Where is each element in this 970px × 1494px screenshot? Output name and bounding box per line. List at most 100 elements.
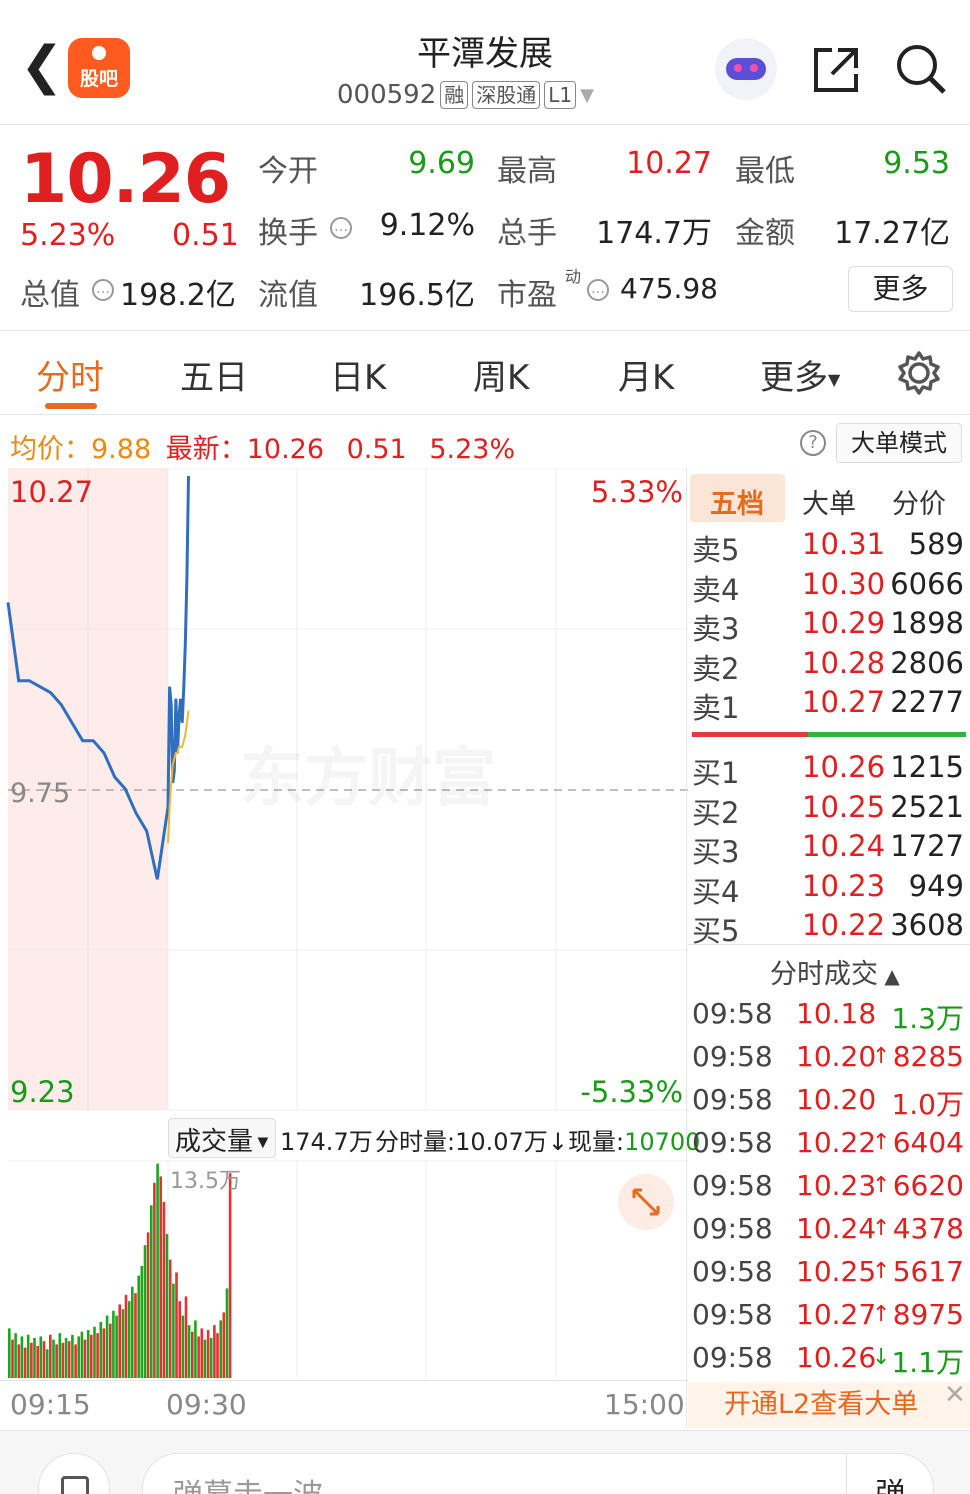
volume-chart[interactable]: 13.5万 [0,1160,688,1382]
tick-row: 09:58 10.22 ↑ 6404 [692,1126,964,1169]
pct-high-label: 5.33% [591,475,683,509]
tick-direction-icon: ↑ [872,1302,891,1327]
volume-bar [17,1344,21,1378]
amount-label: 金额 [735,216,795,251]
tab-week-k[interactable]: 周K [473,350,529,399]
y-mid-label: 9.75 [10,778,70,809]
turnover-label: 换手 [258,216,318,251]
share-icon[interactable] [810,44,862,96]
volume-bar [197,1336,200,1378]
tick-price: 10.26 [796,1341,877,1374]
volume-bar [150,1205,153,1378]
volume-value: 174.7万 [596,216,712,251]
tab-five-levels[interactable]: 五档 [710,482,764,521]
ticks-title-label: 分时成交 [770,959,878,990]
danmu-toggle-button[interactable]: 弹 [846,1453,934,1494]
low-value: 9.53 [883,146,950,181]
back-chevron-icon[interactable]: ❮ [20,40,64,92]
bid-row[interactable]: 买2 10.25 2521 [692,790,964,830]
caret-up-icon: ▲ [878,964,900,988]
tab-more[interactable]: 更多▼ [760,350,840,399]
volume-bar [105,1315,109,1378]
volume-bar [71,1334,74,1378]
tick-volume: 8285 [892,1040,964,1073]
volume-bar [140,1266,144,1378]
tab-intraday[interactable]: 分时 [36,350,104,399]
ticks-title[interactable]: 分时成交 ▲ [770,952,900,991]
volume-bar [96,1333,99,1378]
danmu-input[interactable]: 弹幕走一波 [142,1453,934,1494]
volume-bar [168,1259,172,1378]
float-label: 流值 [258,278,318,313]
level-volume: 949 [908,868,964,903]
tick-time: 09:58 [692,1298,773,1331]
tab-big-orders[interactable]: 大单 [802,482,856,521]
settings-gear-icon[interactable] [896,350,942,396]
volume-bar [216,1333,219,1378]
float-value: 196.5亿 [359,278,475,313]
intraday-price-chart[interactable]: 东方财富 10.27 9.75 9.23 5.33% -5.33% [0,468,688,1113]
ask-row[interactable]: 卖2 10.28 2806 [692,646,964,686]
level-volume: 2806 [890,645,964,680]
more-quote-button[interactable]: 更多 [848,266,953,312]
bid-row[interactable]: 买1 10.26 1215 [692,750,964,790]
bid-row[interactable]: 买4 10.23 949 [692,869,964,909]
volume-bar [39,1336,43,1378]
level-price: 10.25 [802,789,886,824]
bottom-bar: 弹幕走一波 弹 [0,1430,970,1494]
x-label-close: 15:00 [604,1388,685,1421]
tab-five-day[interactable]: 五日 [180,350,248,399]
bid-row[interactable]: 买5 10.22 3608 [692,908,964,948]
tag-level[interactable]: L1 [544,81,577,109]
volume-bar [83,1339,87,1378]
change-pct: 5.23% [20,218,116,253]
volume-bar [74,1344,77,1378]
tick-time: 09:58 [692,1169,773,1202]
comment-list-icon[interactable] [38,1453,110,1494]
level-price: 10.28 [802,645,886,680]
tick-price: 10.27 [796,1298,877,1331]
stock-name: 平潭发展 [417,34,553,74]
l2-upgrade-banner[interactable]: 开通L2查看大单 [688,1382,970,1428]
tick-direction-icon: ↑ [872,1216,891,1241]
dropdown-caret-icon[interactable]: ▼ [580,85,594,106]
orderbook-tabs: 五档 大单 分价 [690,474,966,524]
ask-row[interactable]: 卖4 10.30 6066 [692,567,964,607]
tick-price: 10.22 [796,1126,877,1159]
turnover-info-icon[interactable]: … [330,217,352,239]
big-order-mode-button[interactable]: 大单模式 [836,423,962,463]
search-icon[interactable] [894,42,948,96]
volume-bar [55,1344,58,1378]
volume-bar [191,1331,194,1378]
tick-time: 09:58 [692,1083,773,1116]
mcap-info-icon[interactable]: … [92,279,114,301]
minute-volume-value: 10.07万 [455,1128,548,1156]
tab-day-k[interactable]: 日K [330,350,386,399]
ask-row[interactable]: 卖5 10.31 589 [692,527,964,567]
tick-row: 09:58 10.26 ↓ 1.1万 [692,1341,964,1384]
latest-value: 10.26 [246,434,325,465]
tag-connect: 深股通 [472,81,541,109]
close-icon[interactable]: ✕ [944,1380,966,1410]
level-price: 10.27 [802,685,886,719]
level-label: 卖1 [692,691,740,725]
help-icon[interactable]: ? [800,430,826,456]
volume-bar [225,1288,229,1378]
tab-price-dist[interactable]: 分价 [892,482,946,521]
high-label: 最高 [497,154,557,189]
tick-volume: 1.1万 [891,1346,964,1379]
ask-row[interactable]: 卖3 10.29 1898 [692,606,964,646]
volume-bar [200,1328,204,1378]
tick-time: 09:58 [692,1212,773,1245]
ask-row[interactable]: 卖1 10.27 2277 [692,685,964,725]
guba-button[interactable]: 股吧 [68,38,130,98]
assistant-robot-icon[interactable] [715,38,777,100]
pe-info-icon[interactable]: … [587,279,609,301]
current-volume: 现量:10700 [568,1122,700,1157]
bid-row[interactable]: 买3 10.24 1727 [692,829,964,869]
tab-month-k[interactable]: 月K [618,350,674,399]
volume-selector[interactable]: 成交量 ▼ [168,1118,276,1158]
volume-bar [131,1286,134,1378]
tick-direction-icon: ↓ [872,1345,891,1370]
tick-price: 10.24 [796,1212,877,1245]
